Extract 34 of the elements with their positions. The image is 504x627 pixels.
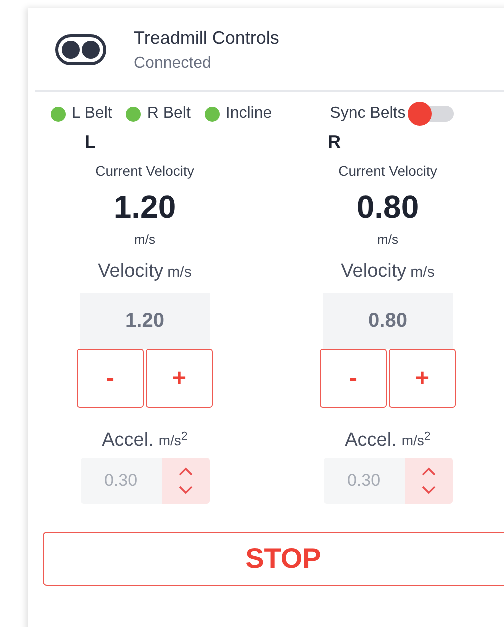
current-velocity-unit: m/s bbox=[378, 232, 398, 247]
current-velocity-value: 0.80 bbox=[356, 189, 420, 226]
accel-field[interactable]: 0.30 bbox=[324, 458, 404, 504]
accel-unit: m/s$^{2}$ bbox=[402, 430, 431, 449]
current-velocity-label: Current Velocity bbox=[96, 163, 194, 179]
belt-name: R bbox=[328, 132, 341, 153]
increase-button[interactable]: + bbox=[389, 349, 456, 408]
indicator-label: L Belt bbox=[72, 105, 112, 123]
velocity-field[interactable]: 0.80 bbox=[323, 293, 453, 349]
belt-name: L bbox=[85, 132, 96, 153]
velocity-unit: m/s bbox=[410, 264, 435, 281]
current-velocity-value: 1.20 bbox=[114, 189, 176, 226]
current-velocity-label: Current Velocity bbox=[338, 163, 438, 179]
decrease-button[interactable]: - bbox=[320, 349, 387, 408]
velocity-label: Velocity bbox=[98, 261, 164, 283]
indicator-label: R Belt bbox=[147, 105, 191, 123]
velocity-field[interactable]: 1.20 bbox=[80, 293, 210, 349]
sync-label: Sync Belts bbox=[330, 105, 406, 123]
panel-title: Treadmill Controls bbox=[134, 28, 280, 48]
stop-button[interactable]: STOP bbox=[43, 532, 504, 586]
accel-label: Accel. bbox=[102, 430, 154, 452]
toggle-icon bbox=[55, 34, 107, 66]
accel-label: Accel. bbox=[345, 430, 397, 452]
decrease-button[interactable]: - bbox=[77, 349, 144, 408]
spinner-arrows-icon[interactable] bbox=[404, 458, 452, 504]
indicator-label: Incline bbox=[226, 105, 272, 123]
increase-button[interactable]: + bbox=[146, 349, 213, 408]
current-velocity-unit: m/s bbox=[134, 232, 156, 247]
spinner-arrows-icon[interactable] bbox=[162, 458, 210, 504]
velocity-label: Velocity bbox=[341, 261, 407, 283]
accel-unit: m/s$^{2}$ bbox=[158, 430, 188, 449]
connection-status: Connected bbox=[134, 54, 212, 72]
accel-field[interactable]: 0.30 bbox=[80, 458, 162, 504]
velocity-unit: m/s bbox=[168, 264, 192, 281]
